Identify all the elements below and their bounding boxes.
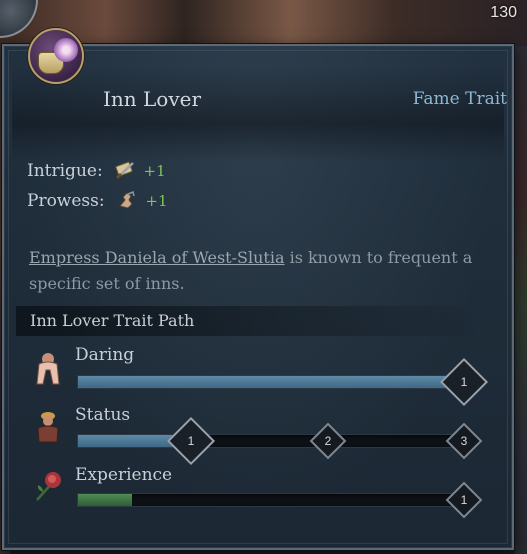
dagger-scroll-icon — [114, 160, 136, 180]
track-label-daring: Daring — [75, 345, 135, 365]
milestone-label: 1 — [460, 493, 468, 507]
milestone-label: 3 — [460, 434, 468, 448]
trait-description: Empress Daniela of West-Slutia is known … — [29, 245, 499, 297]
tooltip-header-band — [12, 66, 504, 162]
game-background-top — [0, 0, 527, 46]
milestone-label: 1 — [187, 434, 195, 448]
daring-figure-icon — [33, 350, 63, 386]
track-bar-experience[interactable] — [77, 493, 465, 507]
track-fill — [78, 376, 464, 388]
flower-icon — [54, 38, 78, 62]
stat-bonus: +1 — [143, 162, 166, 180]
stat-prowess: Prowess: +1 — [27, 190, 168, 211]
resource-counter: 130 — [490, 4, 517, 21]
character-link[interactable]: Empress Daniela of West-Slutia — [29, 248, 284, 267]
status-figure-icon — [33, 408, 63, 444]
track-bar-status[interactable] — [77, 434, 465, 448]
trait-type: Fame Trait — [412, 89, 507, 109]
milestone-label: 2 — [324, 434, 332, 448]
track-bar-daring[interactable] — [77, 375, 465, 389]
stat-label: Intrigue: — [27, 161, 103, 181]
fist-icon — [116, 190, 138, 210]
track-label-status: Status — [75, 405, 131, 425]
trait-name: Inn Lover — [103, 87, 202, 111]
stat-bonus: +1 — [145, 192, 168, 210]
rose-icon — [33, 468, 63, 504]
track-label-experience: Experience — [75, 465, 173, 485]
stat-intrigue: Intrigue: +1 — [27, 160, 166, 181]
milestone-label: 1 — [460, 375, 468, 389]
track-fill — [78, 494, 133, 506]
trait-path-title: Inn Lover Trait Path — [30, 311, 195, 330]
stat-label: Prowess: — [27, 191, 105, 211]
game-background-right — [515, 46, 527, 554]
inn-lover-trait-icon — [28, 28, 84, 84]
